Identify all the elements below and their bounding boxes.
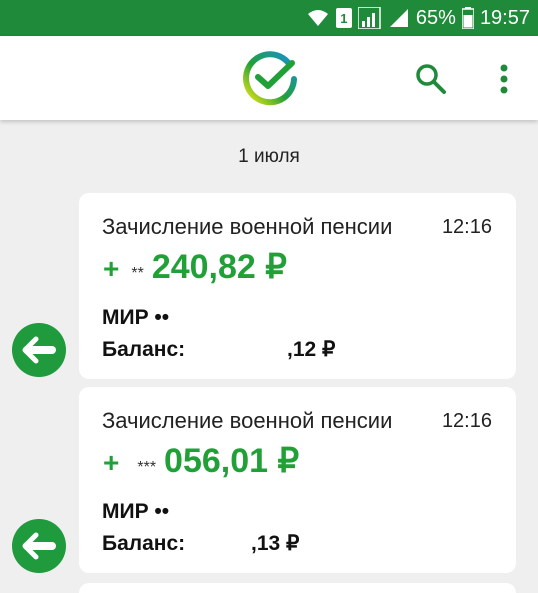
signal-icon-2 [388,7,410,29]
sber-logo-icon [242,51,298,107]
transaction-title: Зачисление военной пенсии [102,214,393,239]
battery-icon [461,7,474,29]
signal-icon [357,7,382,29]
status-bar: 1 65% 19:57 [0,0,538,36]
balance-value: ,12 ₽ [287,338,336,361]
amount-sign: + [103,447,120,478]
card-info: МИР •• [102,500,169,524]
transaction-title: Зачисление военной пенсии [102,408,393,433]
redacted-balance [191,341,287,360]
balance-label: Баланс: [102,338,186,361]
transaction-amount: + *** 056,01 ₽ [103,441,299,481]
transaction-amount: + ** 240,82 ₽ [103,247,287,287]
arrow-left-icon [22,336,56,364]
redacted-balance [191,535,251,554]
more-vert-icon [500,64,508,94]
app-bar [0,36,538,120]
transaction-time: 12:16 [441,410,492,432]
incoming-arrow-button[interactable] [12,323,66,377]
search-icon [416,64,446,94]
card-info: МИР •• [102,306,169,330]
incoming-arrow-button[interactable] [12,519,66,573]
balance-label: Баланс: [102,532,186,555]
balance-line: Баланс: ,12 ₽ [102,337,335,362]
amount-mask: ** [131,265,144,282]
date-header: 1 июля [238,146,300,167]
transaction-card[interactable]: Зачисление военной пенсии 12:16 + *** 05… [79,387,516,573]
transaction-time: 12:16 [441,216,492,238]
more-button[interactable] [490,60,518,98]
balance-line: Баланс: ,13 ₽ [102,531,299,556]
transaction-card[interactable]: Зачисление военной пенсии 12:16 + ** 240… [79,193,516,379]
sim-badge: 1 [335,8,352,28]
wifi-icon [306,8,330,28]
clock: 19:57 [479,6,530,29]
card-name: МИР •• [102,306,170,329]
arrow-left-icon [22,532,56,560]
card-name: МИР •• [102,500,170,523]
transaction-card-partial[interactable] [79,583,516,593]
amount-sign: + [103,253,120,284]
amount-mask: *** [137,459,157,476]
search-button[interactable] [414,62,448,96]
amount-value: 056,01 ₽ [164,442,300,480]
amount-value: 240,82 ₽ [151,248,287,286]
battery-percent: 65% [415,6,456,29]
balance-value: ,13 ₽ [251,532,300,555]
